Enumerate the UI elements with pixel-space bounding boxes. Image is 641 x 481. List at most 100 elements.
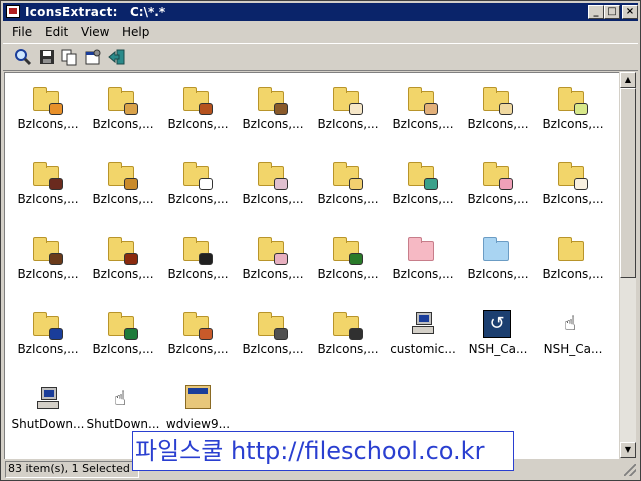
icon-item[interactable]: BzIcons,... xyxy=(86,233,158,293)
folder-icon xyxy=(106,233,138,265)
icon-label: BzIcons,... xyxy=(467,267,529,281)
icon-label: BzIcons,... xyxy=(17,192,79,206)
icon-label: wdview9... xyxy=(165,417,231,431)
folder-icon xyxy=(106,158,138,190)
icon-item[interactable]: BzIcons,... xyxy=(311,233,383,293)
menu-file[interactable]: File xyxy=(12,25,32,39)
save-icon[interactable] xyxy=(38,48,56,66)
icon-item[interactable]: BzIcons,... xyxy=(236,308,308,368)
find-icon[interactable] xyxy=(14,48,32,66)
folder-icon xyxy=(256,308,288,340)
maximize-button[interactable]: □ xyxy=(604,5,620,19)
icon-item[interactable]: BzIcons,... xyxy=(536,233,608,293)
icon-item[interactable]: BzIcons,... xyxy=(86,308,158,368)
icon-label: BzIcons,... xyxy=(542,117,604,131)
folder-icon xyxy=(331,83,363,115)
icon-item[interactable]: BzIcons,... xyxy=(11,158,83,218)
folder-icon xyxy=(406,158,438,190)
icon-label: BzIcons,... xyxy=(167,117,229,131)
minimize-button[interactable]: _ xyxy=(588,5,604,19)
installer-box-icon xyxy=(181,383,213,415)
folder-icon xyxy=(406,233,438,265)
icon-label: BzIcons,... xyxy=(92,117,154,131)
icon-label: BzIcons,... xyxy=(92,267,154,281)
window-title: IconsExtract: xyxy=(25,5,118,19)
hand-cursor-icon: ☝ xyxy=(564,311,577,335)
icon-item[interactable]: ☝ NSH_Ca... xyxy=(536,308,608,368)
icon-label: BzIcons,... xyxy=(317,192,379,206)
resize-grip[interactable] xyxy=(624,464,636,476)
title-bar[interactable]: IconsExtract: C:\*.* _ □ × xyxy=(3,3,638,21)
icon-item[interactable]: BzIcons,... xyxy=(386,158,458,218)
icon-item[interactable]: BzIcons,... xyxy=(461,158,533,218)
folder-icon xyxy=(106,308,138,340)
exit-icon[interactable] xyxy=(108,48,126,66)
icon-label: BzIcons,... xyxy=(467,192,529,206)
folder-icon xyxy=(256,233,288,265)
menu-bar: File Edit View Help xyxy=(3,22,638,41)
folder-icon xyxy=(181,308,213,340)
icon-item[interactable]: customic... xyxy=(386,308,458,368)
icon-item[interactable]: BzIcons,... xyxy=(461,83,533,143)
icon-label: ShutDown... xyxy=(86,417,160,431)
icon-item[interactable]: BzIcons,... xyxy=(536,83,608,143)
icon-item[interactable]: BzIcons,... xyxy=(236,158,308,218)
nsh-icon: ↺ xyxy=(481,308,513,340)
icon-item[interactable]: BzIcons,... xyxy=(386,233,458,293)
menu-edit[interactable]: Edit xyxy=(45,25,68,39)
icon-item[interactable]: BzIcons,... xyxy=(161,83,233,143)
folder-icon xyxy=(481,83,513,115)
icon-label: BzIcons,... xyxy=(167,267,229,281)
icon-item[interactable]: BzIcons,... xyxy=(161,158,233,218)
icon-item[interactable]: ↺ NSH_Ca... xyxy=(461,308,533,368)
icon-label: BzIcons,... xyxy=(92,192,154,206)
copy-icon[interactable] xyxy=(60,48,78,66)
icon-item[interactable]: BzIcons,... xyxy=(86,158,158,218)
icon-item[interactable]: BzIcons,... xyxy=(11,308,83,368)
icon-item[interactable]: BzIcons,... xyxy=(536,158,608,218)
properties-icon[interactable] xyxy=(84,48,102,66)
icon-label: NSH_Ca... xyxy=(543,342,603,356)
folder-icon xyxy=(481,158,513,190)
icon-item[interactable]: BzIcons,... xyxy=(161,308,233,368)
icon-item[interactable]: BzIcons,... xyxy=(11,83,83,143)
app-icon[interactable] xyxy=(6,5,20,18)
icon-item[interactable]: BzIcons,... xyxy=(461,233,533,293)
icon-item[interactable]: BzIcons,... xyxy=(11,233,83,293)
folder-icon xyxy=(256,158,288,190)
icon-grid[interactable]: BzIcons,... BzIcons,... BzIcons,... BzIcons… xyxy=(4,72,619,459)
scroll-thumb[interactable] xyxy=(620,88,636,278)
icon-item[interactable]: BzIcons,... xyxy=(161,233,233,293)
icon-label: BzIcons,... xyxy=(242,267,304,281)
icon-item[interactable]: ShutDown... xyxy=(11,383,84,443)
icon-label: BzIcons,... xyxy=(242,117,304,131)
icon-item[interactable]: BzIcons,... xyxy=(236,233,308,293)
icon-item[interactable]: BzIcons,... xyxy=(386,83,458,143)
icon-label: BzIcons,... xyxy=(392,117,454,131)
close-button[interactable]: × xyxy=(622,5,638,19)
icon-item[interactable]: BzIcons,... xyxy=(311,158,383,218)
icon-label: BzIcons,... xyxy=(317,267,379,281)
computer-icon xyxy=(31,383,63,415)
icon-item[interactable]: BzIcons,... xyxy=(311,83,383,143)
app-window: IconsExtract: C:\*.* _ □ × File Edit Vie… xyxy=(0,0,641,481)
toolbar xyxy=(3,43,638,71)
window-path: C:\*.* xyxy=(130,5,166,19)
icon-item[interactable]: BzIcons,... xyxy=(311,308,383,368)
icon-item[interactable]: BzIcons,... xyxy=(236,83,308,143)
icon-label: BzIcons,... xyxy=(17,267,79,281)
folder-icon xyxy=(481,233,513,265)
folder-icon xyxy=(556,158,588,190)
icon-label: BzIcons,... xyxy=(167,192,229,206)
folder-icon xyxy=(256,83,288,115)
icon-label: BzIcons,... xyxy=(317,342,379,356)
icon-label: BzIcons,... xyxy=(392,192,454,206)
scroll-down-button[interactable]: ▼ xyxy=(620,442,636,458)
scroll-up-button[interactable]: ▲ xyxy=(620,72,636,88)
icon-item[interactable]: BzIcons,... xyxy=(86,83,158,143)
folder-icon xyxy=(31,83,63,115)
icon-label: BzIcons,... xyxy=(92,342,154,356)
menu-help[interactable]: Help xyxy=(122,25,149,39)
menu-view[interactable]: View xyxy=(81,25,109,39)
vertical-scrollbar[interactable]: ▲ ▼ xyxy=(619,72,636,458)
